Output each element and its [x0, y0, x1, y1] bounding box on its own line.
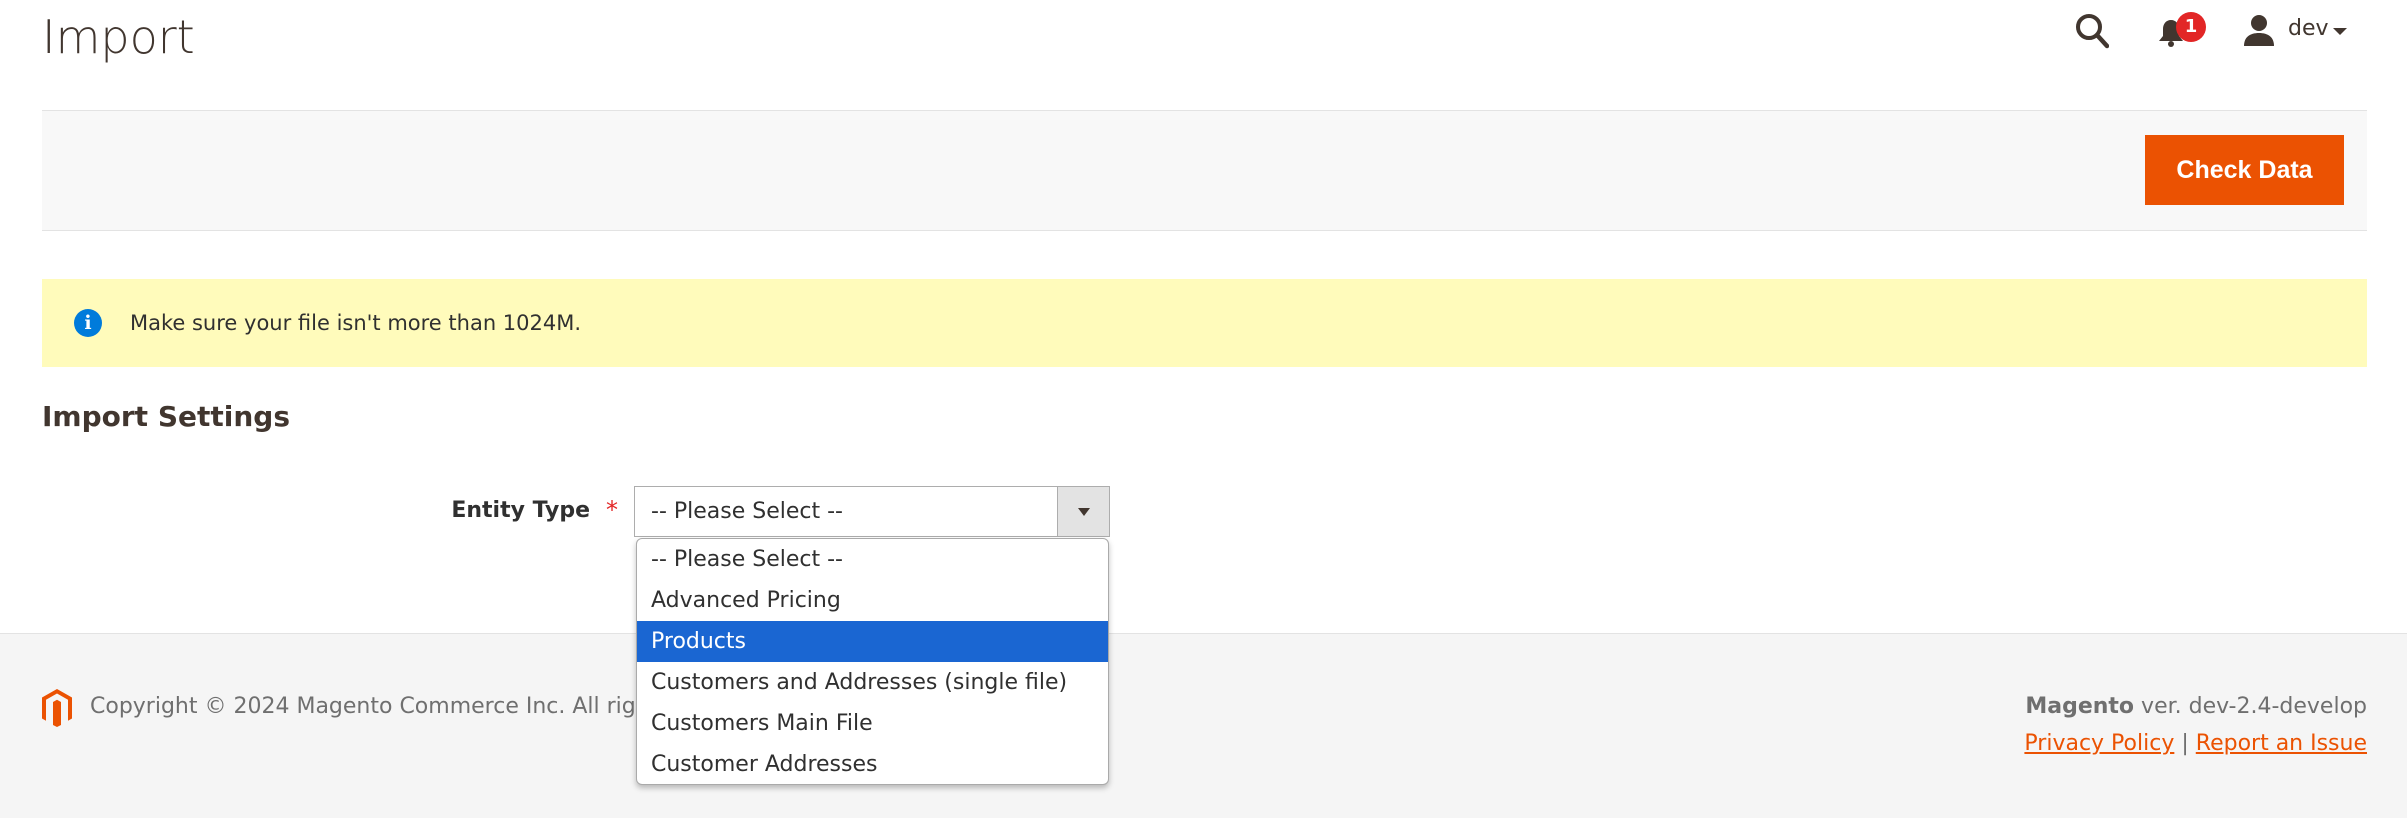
user-icon[interactable]: [2243, 14, 2275, 46]
version-text: ver. dev-2.4-develop: [2141, 694, 2367, 719]
brand: Magento: [2025, 694, 2135, 719]
dropdown-arrow-icon[interactable]: [1057, 487, 1109, 536]
chevron-down-icon[interactable]: [2333, 28, 2347, 35]
info-icon: i: [74, 309, 102, 337]
version: Magento ver. dev-2.4-develop: [2025, 694, 2367, 719]
select-value: -- Please Select --: [651, 499, 843, 524]
entity-type-select[interactable]: -- Please Select --: [634, 486, 1110, 537]
check-data-button[interactable]: Check Data: [2145, 135, 2344, 205]
search-icon[interactable]: [2075, 12, 2109, 50]
user-menu[interactable]: dev: [2288, 16, 2329, 41]
separator: |: [2181, 731, 2189, 756]
notification-badge[interactable]: 1: [2176, 12, 2206, 42]
required-mark: *: [606, 496, 618, 524]
option-advanced-pricing[interactable]: Advanced Pricing: [637, 580, 1108, 621]
page-title: Import: [42, 10, 195, 64]
option-please-select[interactable]: -- Please Select --: [637, 539, 1108, 580]
option-customers-and-addresses[interactable]: Customers and Addresses (single file): [637, 662, 1108, 703]
page-actions: Check Data: [42, 110, 2367, 231]
footer-links: Privacy Policy | Report an Issue: [2024, 731, 2367, 756]
option-products[interactable]: Products: [637, 621, 1108, 662]
message-text: Make sure your file isn't more than 1024…: [130, 311, 582, 335]
entity-type-options: -- Please Select -- Advanced Pricing Pro…: [636, 538, 1109, 785]
entity-type-label: Entity Type: [451, 498, 590, 523]
report-issue-link[interactable]: Report an Issue: [2196, 731, 2367, 756]
footer: Copyright © 2024 Magento Commerce Inc. A…: [0, 633, 2407, 818]
info-message: i Make sure your file isn't more than 10…: [42, 279, 2367, 367]
section-title: Import Settings: [42, 400, 290, 433]
privacy-policy-link[interactable]: Privacy Policy: [2024, 731, 2174, 756]
option-customers-main-file[interactable]: Customers Main File: [637, 703, 1108, 744]
magento-logo-icon: [42, 689, 72, 727]
copyright: Copyright © 2024 Magento Commerce Inc. A…: [90, 694, 670, 719]
option-customer-addresses[interactable]: Customer Addresses: [637, 744, 1108, 784]
